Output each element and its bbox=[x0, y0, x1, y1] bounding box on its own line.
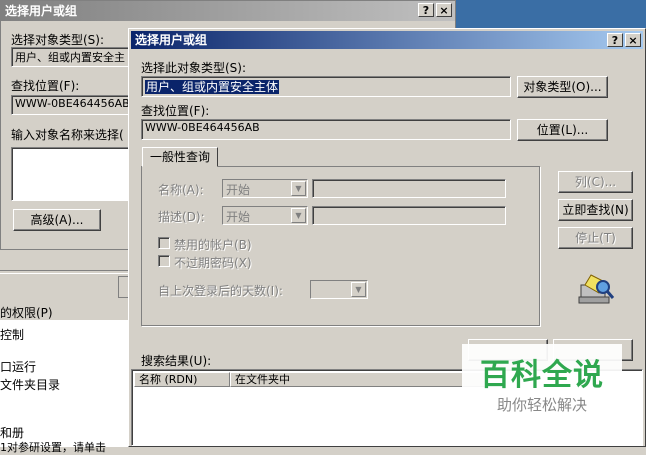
stop-button: 停止(T) bbox=[558, 227, 633, 249]
days-since-login-label: 自上次登录后的天数(I): bbox=[158, 284, 283, 298]
non-expiring-checkbox bbox=[158, 255, 170, 267]
search-computers-icon bbox=[578, 274, 615, 304]
name-label: 名称(A): bbox=[158, 183, 204, 197]
search-results-label: 搜索结果(U): bbox=[141, 354, 212, 368]
description-label: 描述(D): bbox=[158, 210, 205, 224]
chevron-down-icon: ▼ bbox=[291, 181, 306, 196]
list-item[interactable]: 口运行 bbox=[0, 358, 36, 375]
general-query-panel: 名称(A): 开始 ▼ 描述(D): 开始 ▼ 禁用的帐户(B) 不过期密码(X… bbox=[141, 166, 540, 326]
watermark: 百科全说 助你轻松解决 bbox=[462, 344, 622, 424]
permissions-list: 控制 口运行 文件夹目录 和册 bbox=[0, 320, 128, 447]
back-names-input[interactable] bbox=[11, 147, 129, 201]
dialog-titlebar: 选择用户或组 ? × bbox=[131, 31, 643, 49]
back-location-field: WWW-0BE464456AB bbox=[11, 95, 129, 115]
divider bbox=[0, 270, 128, 274]
list-item[interactable]: 控制 bbox=[0, 326, 24, 343]
back-close-button[interactable]: × bbox=[436, 3, 452, 17]
desktop-strip bbox=[456, 0, 646, 28]
object-types-button[interactable]: 对象类型(O)... bbox=[517, 76, 608, 98]
permissions-panel: 的权限(P) 控制 口运行 文件夹目录 和册 1对参研设置，请单击 bbox=[0, 250, 132, 454]
watermark-subtitle: 助你轻松解决 bbox=[496, 396, 587, 414]
back-help-button[interactable]: ? bbox=[418, 3, 434, 17]
object-type-label: 选择此对象类型(S): bbox=[141, 61, 247, 75]
days-since-login-select: ▼ bbox=[310, 280, 368, 299]
description-mode-select: 开始 ▼ bbox=[222, 206, 308, 225]
chevron-down-icon: ▼ bbox=[351, 282, 366, 297]
watermark-title: 百科全说 bbox=[480, 358, 604, 393]
tab-general-query[interactable]: 一般性查询 bbox=[142, 147, 218, 167]
back-dialog-titlebar: 选择用户或组 ? × bbox=[1, 1, 455, 21]
permissions-label: 的权限(P) bbox=[0, 306, 53, 320]
non-expiring-label: 不过期密码(X) bbox=[174, 256, 252, 270]
description-input bbox=[312, 206, 506, 225]
location-field: WWW-0BE464456AB bbox=[141, 119, 511, 140]
back-names-label: 输入对象名称来选择( bbox=[11, 128, 124, 142]
column-header-folder[interactable]: 在文件夹中 bbox=[230, 372, 486, 387]
object-type-value: 用户、组或内置安全主体 bbox=[145, 80, 280, 94]
disabled-accounts-label: 禁用的帐户(B) bbox=[174, 238, 252, 252]
back-object-type-field: 用户、组或内置安全主 bbox=[11, 47, 129, 67]
name-mode-value: 开始 bbox=[226, 183, 251, 197]
description-mode-value: 开始 bbox=[226, 210, 251, 224]
back-object-type-label: 选择对象类型(S): bbox=[11, 33, 105, 47]
permissions-footer-text: 1对参研设置，请单击 bbox=[0, 441, 106, 454]
close-button[interactable]: × bbox=[625, 33, 641, 47]
name-input bbox=[312, 179, 506, 198]
help-button[interactable]: ? bbox=[607, 33, 623, 47]
columns-button: 列(C)... bbox=[558, 171, 633, 193]
location-label: 查找位置(F): bbox=[141, 104, 210, 118]
disabled-accounts-checkbox bbox=[158, 237, 170, 249]
location-button[interactable]: 位置(L)... bbox=[517, 119, 608, 141]
chevron-down-icon: ▼ bbox=[291, 208, 306, 223]
back-dialog-title: 选择用户或组 bbox=[5, 4, 78, 18]
dialog-title: 选择用户或组 bbox=[135, 33, 208, 47]
back-advanced-button[interactable]: 高级(A)... bbox=[13, 209, 101, 231]
name-mode-select: 开始 ▼ bbox=[222, 179, 308, 198]
column-header-name[interactable]: 名称 (RDN) bbox=[134, 372, 230, 387]
object-type-field: 用户、组或内置安全主体 bbox=[141, 76, 511, 97]
back-location-label: 查找位置(F): bbox=[11, 79, 80, 93]
find-now-button[interactable]: 立即查找(N) bbox=[558, 199, 633, 221]
list-item[interactable]: 文件夹目录 bbox=[0, 376, 60, 393]
